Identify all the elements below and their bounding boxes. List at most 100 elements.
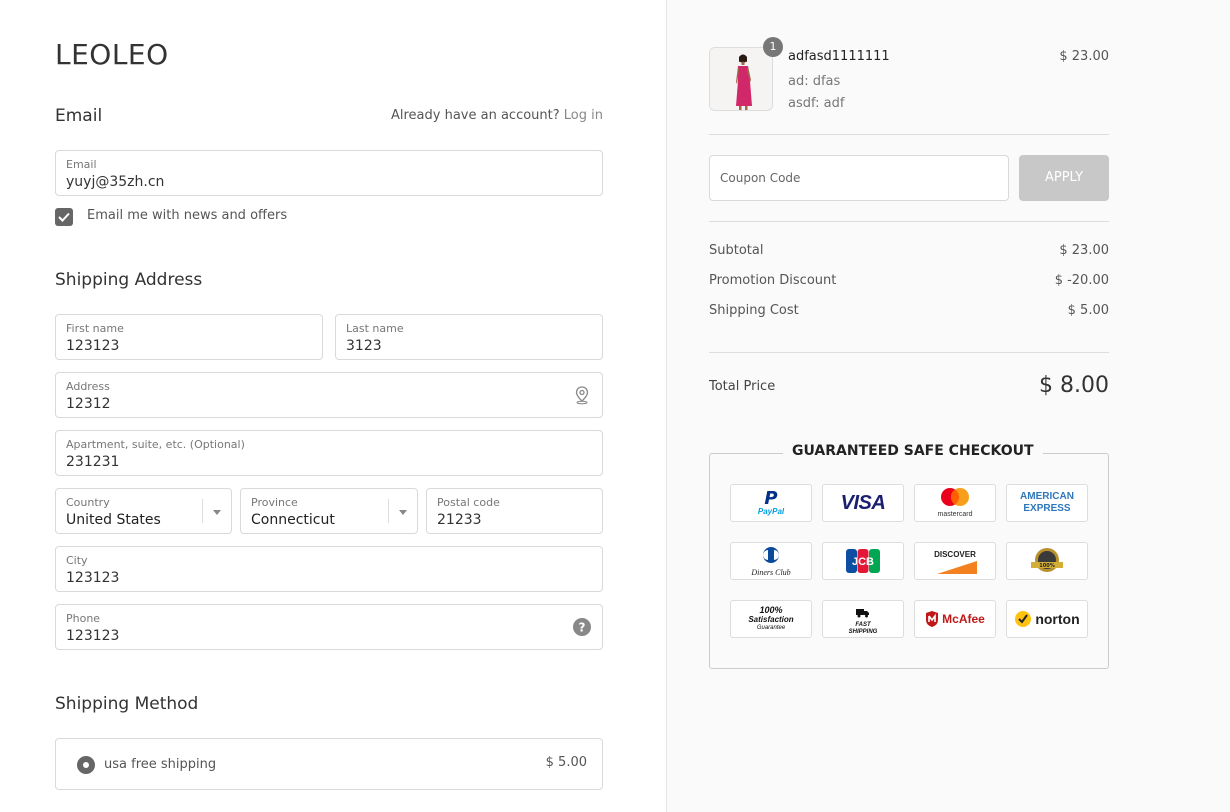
postal-code-field[interactable]: Postal code 21233 [426, 488, 603, 534]
login-link[interactable]: Log in [564, 108, 603, 123]
truck-icon [856, 608, 869, 617]
amex-text-2: EXPRESS [1023, 503, 1071, 514]
jcb-badge: JCB [822, 542, 904, 580]
chevron-down-icon[interactable] [213, 510, 221, 515]
discount-label: Promotion Discount [709, 273, 837, 288]
shipping-option-price: $ 5.00 [545, 755, 587, 770]
country-select[interactable]: Country United States [55, 488, 232, 534]
account-prompt: Already have an account? Log in [391, 108, 603, 123]
province-select[interactable]: Province Connecticut [240, 488, 418, 534]
phone-value[interactable]: 123123 [66, 628, 119, 644]
discount-value: $ -20.00 [1054, 273, 1109, 288]
last-name-label: Last name [346, 322, 404, 335]
product-image [710, 48, 772, 110]
satisfaction-text-1: 100% [759, 604, 783, 615]
postal-code-value[interactable]: 21233 [437, 512, 482, 528]
country-value[interactable]: United States [66, 512, 161, 528]
address-label: Address [66, 380, 110, 393]
first-name-label: First name [66, 322, 124, 335]
email-section-title: Email [55, 106, 103, 126]
apartment-field[interactable]: Apartment, suite, etc. (Optional) 231231 [55, 430, 603, 476]
first-name-field[interactable]: First name 123123 [55, 314, 323, 360]
discover-swoosh-icon [937, 561, 977, 574]
satisfaction-text-3: Guarantee [756, 624, 786, 631]
divider [709, 352, 1109, 353]
checkout-form-panel: LEOLEO Email Already have an account? Lo… [0, 0, 666, 812]
subtotal-value: $ 23.00 [1059, 243, 1109, 258]
visa-text: VISA [840, 491, 886, 514]
product-name: adfasd1111111 [788, 49, 890, 64]
norton-text: norton [1035, 611, 1080, 627]
select-divider [388, 499, 389, 523]
gold-seal-icon: 100% [1031, 548, 1063, 572]
diners-logo: Diners Club [751, 546, 791, 577]
paypal-logo: P PayPal [757, 487, 785, 516]
help-icon[interactable]: ? [572, 617, 592, 637]
gold-seal-badge: 100% [1006, 542, 1088, 580]
select-divider [202, 499, 203, 523]
address-field[interactable]: Address 12312 [55, 372, 603, 418]
mastercard-logo: mastercard [937, 487, 973, 519]
jcb-icon: JCB [846, 549, 880, 573]
last-name-field[interactable]: Last name 3123 [335, 314, 603, 360]
product-price: $ 23.00 [1059, 49, 1109, 64]
mcafee-badge: McAfee [914, 600, 996, 638]
discover-badge: DISCOVER [914, 542, 996, 580]
amex-logo: AMERICAN EXPRESS [1020, 491, 1074, 515]
safe-checkout-title: GUARANTEED SAFE CHECKOUT [783, 443, 1043, 459]
email-value[interactable]: yuyj@35zh.cn [66, 174, 164, 190]
last-name-value[interactable]: 3123 [346, 338, 382, 354]
store-logo[interactable]: LEOLEO [55, 38, 169, 71]
paypal-mark-icon: P [764, 487, 778, 509]
city-field[interactable]: City 123123 [55, 546, 603, 592]
mastercard-badge: mastercard [914, 484, 996, 522]
country-label: Country [66, 496, 110, 509]
shipping-radio[interactable] [77, 756, 95, 774]
amex-badge: AMERICAN EXPRESS [1006, 484, 1088, 522]
shipping-option[interactable]: usa free shipping $ 5.00 [55, 738, 603, 790]
paypal-badge: P PayPal [730, 484, 812, 522]
phone-field[interactable]: Phone 123123 ? [55, 604, 603, 650]
jcb-text: JCB [852, 556, 874, 568]
shipping-text: SHIPPING [848, 628, 878, 635]
checkmark-icon [58, 212, 70, 222]
province-value[interactable]: Connecticut [251, 512, 335, 528]
divider [709, 221, 1109, 222]
newsletter-checkbox[interactable] [55, 208, 73, 226]
city-value[interactable]: 123123 [66, 570, 119, 586]
satisfaction-text-2: Satisfaction [748, 614, 794, 624]
product-variant: asdf: adf [788, 96, 845, 111]
total-value: $ 8.00 [1039, 373, 1109, 398]
first-name-value[interactable]: 123123 [66, 338, 119, 354]
discover-logo: DISCOVER [933, 548, 977, 574]
fast-shipping-logo: FAST SHIPPING [848, 603, 878, 636]
mastercard-circles-icon [940, 488, 969, 506]
address-value[interactable]: 12312 [66, 396, 111, 412]
divider [709, 134, 1109, 135]
product-thumbnail [709, 47, 773, 111]
shipping-cost-value: $ 5.00 [1067, 303, 1109, 318]
satisfaction-badge: 100% Satisfaction Guarantee [730, 600, 812, 638]
province-label: Province [251, 496, 298, 509]
chevron-down-icon[interactable] [399, 510, 407, 515]
email-field[interactable]: Email yuyj@35zh.cn [55, 150, 603, 196]
map-pin-icon[interactable] [572, 385, 592, 405]
norton-badge: norton [1006, 600, 1088, 638]
paypal-text: PayPal [757, 506, 785, 516]
discover-text: DISCOVER [934, 550, 976, 559]
mcafee-text: McAfee [942, 612, 985, 626]
shipping-method-title: Shipping Method [55, 694, 199, 714]
apply-coupon-button[interactable]: APPLY [1019, 155, 1109, 201]
newsletter-label[interactable]: Email me with news and offers [87, 208, 287, 223]
diners-club-badge: Diners Club [730, 542, 812, 580]
mastercard-text: mastercard [937, 511, 973, 518]
total-label: Total Price [709, 379, 776, 394]
shipping-option-name: usa free shipping [104, 757, 217, 772]
shipping-cost-label: Shipping Cost [709, 303, 799, 318]
coupon-input[interactable]: Coupon Code [709, 155, 1009, 201]
apartment-value[interactable]: 231231 [66, 454, 119, 470]
visa-badge: VISA [822, 484, 904, 522]
amex-text-1: AMERICAN [1020, 491, 1074, 502]
account-prompt-text: Already have an account? [390, 108, 560, 123]
svg-text:?: ? [579, 621, 586, 635]
